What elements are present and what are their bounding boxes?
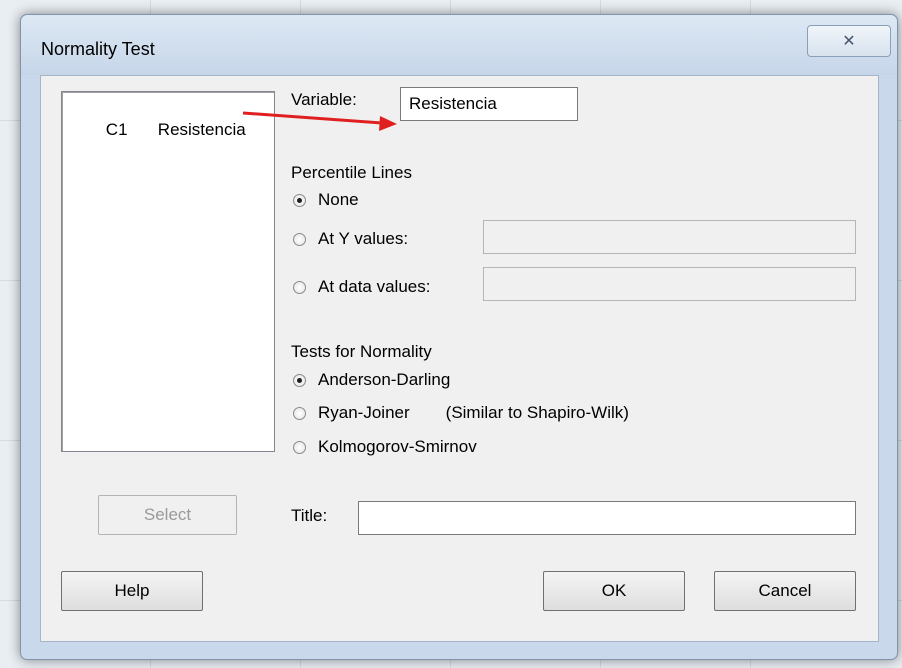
at-y-values-input[interactable] (483, 220, 856, 254)
variable-input[interactable]: Resistencia (400, 87, 578, 121)
radio-label: At Y values: (318, 229, 409, 248)
column-id: C1 (105, 120, 128, 139)
ryan-joiner-note: (Similar to Shapiro-Wilk) (445, 403, 629, 422)
radio-label: Anderson-Darling (318, 370, 451, 389)
column-name: Resistencia (157, 120, 246, 139)
title-bar: Normality Test ✕ (21, 15, 897, 75)
radio-kolmogorov-smirnov[interactable]: Kolmogorov-Smirnov (293, 437, 477, 457)
ok-button[interactable]: OK (543, 571, 685, 611)
columns-listbox[interactable]: C1 Resistencia (61, 91, 275, 452)
tests-for-normality-heading: Tests for Normality (291, 342, 432, 361)
list-item[interactable]: C1 Resistencia (68, 100, 246, 160)
radio-indicator (293, 232, 306, 246)
dialog-body: C1 Resistencia Variable: Resistencia Perc… (40, 75, 879, 642)
radio-indicator (293, 440, 306, 454)
radio-indicator (293, 193, 306, 207)
radio-percentile-at-y[interactable]: At Y values: (293, 229, 408, 249)
radio-indicator (293, 406, 306, 420)
radio-indicator (293, 280, 306, 294)
radio-indicator (293, 373, 306, 387)
radio-percentile-none[interactable]: None (293, 190, 359, 210)
radio-label: None (318, 190, 359, 209)
select-button[interactable]: Select (98, 495, 237, 535)
radio-percentile-at-data[interactable]: At data values: (293, 277, 430, 297)
radio-anderson-darling[interactable]: Anderson-Darling (293, 370, 450, 390)
title-label: Title: (291, 506, 328, 525)
radio-ryan-joiner[interactable]: Ryan-Joiner (Similar to Shapiro-Wilk) (293, 403, 629, 423)
radio-label: Kolmogorov-Smirnov (318, 437, 477, 456)
title-input[interactable] (358, 501, 856, 535)
dialog-title: Normality Test (41, 39, 155, 59)
radio-label: Ryan-Joiner (318, 403, 410, 422)
variable-label: Variable: (291, 90, 357, 109)
help-button[interactable]: Help (61, 571, 203, 611)
at-data-values-input[interactable] (483, 267, 856, 301)
radio-label: At data values: (318, 277, 431, 296)
percentile-lines-heading: Percentile Lines (291, 163, 412, 182)
close-x-icon: ✕ (842, 33, 856, 50)
cancel-button[interactable]: Cancel (714, 571, 856, 611)
normality-test-dialog: Normality Test ✕ C1 Resistencia Variable:… (20, 14, 898, 660)
close-button[interactable]: ✕ (807, 25, 891, 57)
